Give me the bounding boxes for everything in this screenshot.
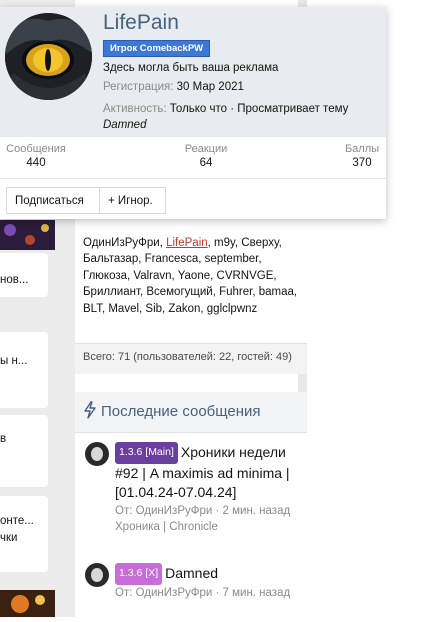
post-meta: От: ОдинИзРуФри · 7 мин. назад	[115, 586, 291, 599]
avatar[interactable]	[5, 13, 92, 100]
online-total-footer: Всего: 71 (пользователей: 22, гостей: 49…	[75, 343, 307, 374]
member-header: LifePain Игрок ComebackPW Здесь могла бы…	[0, 7, 386, 137]
latest-posts-title: Последние сообщения	[101, 403, 261, 420]
thread-snippet: онте...	[0, 515, 34, 527]
stat-label: Баллы	[344, 143, 380, 155]
stat-points[interactable]: Баллы 370	[340, 143, 384, 169]
stat-label: Сообщения	[6, 143, 66, 155]
thread-card[interactable]: в	[0, 415, 48, 487]
thread-snippet: чки	[0, 532, 18, 544]
online-users-list: ОдинИзРуФри, LifePain, m9y, Сверху, Баль…	[83, 235, 303, 317]
thumbnail-image	[0, 590, 55, 617]
member-tooltip: LifePain Игрок ComebackPW Здесь могла бы…	[0, 7, 386, 219]
ignore-button[interactable]: + Игнор.	[99, 187, 166, 214]
stat-messages[interactable]: Сообщения 440	[6, 143, 66, 169]
thread-snippet: в	[0, 433, 7, 445]
thumbnail-image	[0, 220, 55, 250]
stat-label: Реакции	[184, 143, 228, 155]
activity-info: Активность: Только что · Просматривает т…	[103, 101, 383, 133]
stat-reactions[interactable]: Реакции 64	[176, 143, 236, 169]
user-tagline: Здесь могла быть ваша реклама	[103, 62, 279, 74]
online-users-text: ОдинИзРуФри,	[83, 237, 167, 249]
prefix-badge[interactable]: 1.3.6 [Main]	[115, 442, 178, 464]
avatar[interactable]	[85, 442, 109, 466]
stat-value: 64	[199, 157, 213, 169]
thread-snippet: ы н...	[0, 355, 28, 367]
follow-button[interactable]: Подписаться	[6, 187, 100, 214]
thread-snippet: нов...	[0, 274, 29, 286]
avatar[interactable]	[85, 563, 109, 587]
online-total: Всего: 71 (пользователей: 22, гостей: 49…	[83, 351, 292, 363]
thread-card[interactable]: ы н...	[0, 332, 48, 408]
stat-value: 440	[26, 157, 46, 169]
user-banner: Игрок ComebackPW	[103, 40, 211, 57]
post-forum[interactable]: Хроника | Chronicle	[115, 519, 301, 535]
activity-label: Активность:	[103, 103, 167, 115]
thread-card[interactable]: нов...	[0, 253, 48, 297]
online-users-block: ОдинИзРуФри, LifePain, m9y, Сверху, Баль…	[75, 215, 307, 374]
latest-posts-header: Последние сообщения	[75, 392, 307, 433]
post-meta: От: ОдинИзРуФри · 2 мин. назад	[115, 504, 291, 517]
tooltip-arrow	[188, 211, 204, 219]
post-title[interactable]: 1.3.6 [X] Damned	[115, 563, 301, 585]
latest-posts-block: Последние сообщения 1.3.6 [Main] Хроники …	[75, 392, 307, 622]
prefix-badge[interactable]: 1.3.6 [X]	[115, 563, 163, 585]
registration-date: 30 Мар 2021	[176, 81, 244, 93]
registration-label: Регистрация:	[103, 81, 174, 93]
activity-value: Только что · Просматривает тему	[169, 103, 349, 115]
registration-info: Регистрация: 30 Мар 2021	[103, 81, 244, 93]
stat-value: 370	[352, 157, 372, 169]
post-title[interactable]: 1.3.6 [Main] Хроники недели #92 | A maxim…	[115, 442, 301, 503]
member-stats: Сообщения 440 Реакции 64 Баллы 370	[0, 143, 386, 179]
post-title-text[interactable]: Damned	[165, 565, 218, 581]
activity-thread-link[interactable]: Damned	[103, 119, 146, 131]
thread-card[interactable]: онте... чки	[0, 496, 48, 572]
lightning-icon	[84, 401, 96, 419]
online-user-link[interactable]: LifePain	[166, 237, 208, 249]
username[interactable]: LifePain	[103, 11, 179, 35]
